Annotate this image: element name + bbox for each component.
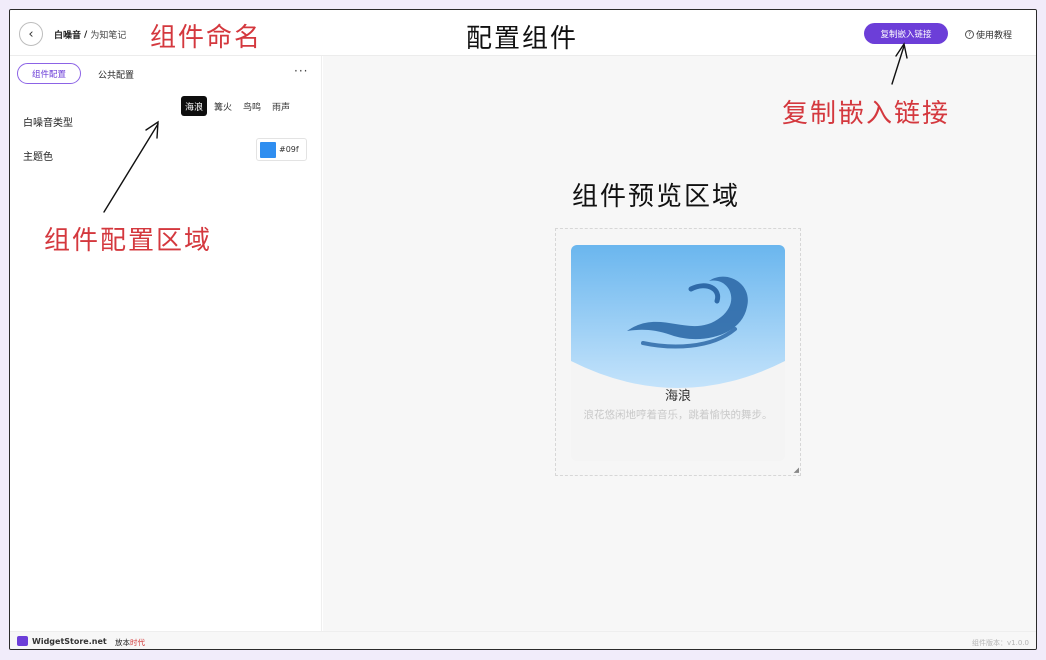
- annotation-widget-naming: 组件命名: [150, 23, 263, 53]
- partner-logo: 放本时代: [115, 637, 145, 648]
- annotation-config-area: 组件配置区域: [44, 226, 213, 256]
- annotation-preview-area: 组件预览区域: [572, 182, 741, 212]
- copy-embed-link-button[interactable]: 复制嵌入链接: [864, 23, 948, 44]
- config-sidebar: 组件配置 公共配置 ··· 白噪音类型 海浪 篝火 鸟鸣 雨声 主题色 #09f: [10, 56, 322, 631]
- widget-title: 海浪: [664, 389, 691, 404]
- tab-widget-config[interactable]: 组件配置: [17, 63, 81, 84]
- store-icon: [17, 636, 28, 646]
- theme-color-picker[interactable]: #09f: [256, 138, 307, 161]
- annotation-configure-widget: 配置组件: [466, 24, 579, 54]
- white-noise-widget[interactable]: 海浪 浪花悠闲地哼着音乐，跳着愉快的舞步。: [571, 245, 785, 461]
- sound-option-birds[interactable]: 鸟鸣: [239, 96, 265, 116]
- sound-type-selector: 海浪 篝火 鸟鸣 雨声: [181, 96, 294, 116]
- color-hex-value[interactable]: #09f: [279, 145, 299, 154]
- org-name: 为知笔记: [90, 31, 127, 41]
- widget-name[interactable]: 白噪音: [54, 28, 81, 41]
- resize-handle-icon[interactable]: ◢: [794, 466, 799, 474]
- help-label: 使用教程: [976, 31, 1013, 41]
- back-button[interactable]: ‹: [19, 22, 43, 46]
- preview-canvas: 海浪 浪花悠闲地哼着音乐，跳着愉快的舞步。 ◢: [323, 56, 1036, 631]
- more-options-icon[interactable]: ···: [294, 64, 308, 78]
- chevron-left-icon: ‹: [28, 26, 34, 42]
- widget-description: 浪花悠闲地哼着音乐，跳着愉快的舞步。: [583, 409, 773, 421]
- widget-preview-box: 海浪 浪花悠闲地哼着音乐，跳着愉快的舞步。 ◢: [555, 228, 801, 476]
- theme-color-label: 主题色: [23, 152, 53, 163]
- footer-logo[interactable]: WidgetStore.net: [17, 636, 107, 646]
- partner-suffix: 时代: [130, 638, 145, 647]
- sound-option-waves[interactable]: 海浪: [181, 96, 208, 116]
- tab-public-config[interactable]: 公共配置: [98, 68, 134, 81]
- wave-icon: [571, 245, 785, 388]
- partner-prefix: 放本: [115, 638, 130, 647]
- help-link[interactable]: ? 使用教程: [965, 28, 1012, 41]
- footer-brand-name: WidgetStore.net: [32, 636, 107, 646]
- question-icon: ?: [965, 30, 974, 39]
- sound-option-campfire[interactable]: 篝火: [210, 96, 236, 116]
- annotation-copy-embed-link: 复制嵌入链接: [782, 99, 951, 129]
- footer: WidgetStore.net 放本时代 组件版本：v1.0.0: [10, 631, 1036, 649]
- breadcrumb-separator: /: [84, 29, 88, 40]
- sound-option-rain[interactable]: 雨声: [268, 96, 294, 116]
- color-swatch[interactable]: [260, 141, 276, 158]
- version-label: 组件版本：v1.0.0: [972, 639, 1029, 647]
- sound-type-label: 白噪音类型: [23, 118, 73, 129]
- breadcrumb: 白噪音 / 为知笔记: [54, 28, 127, 42]
